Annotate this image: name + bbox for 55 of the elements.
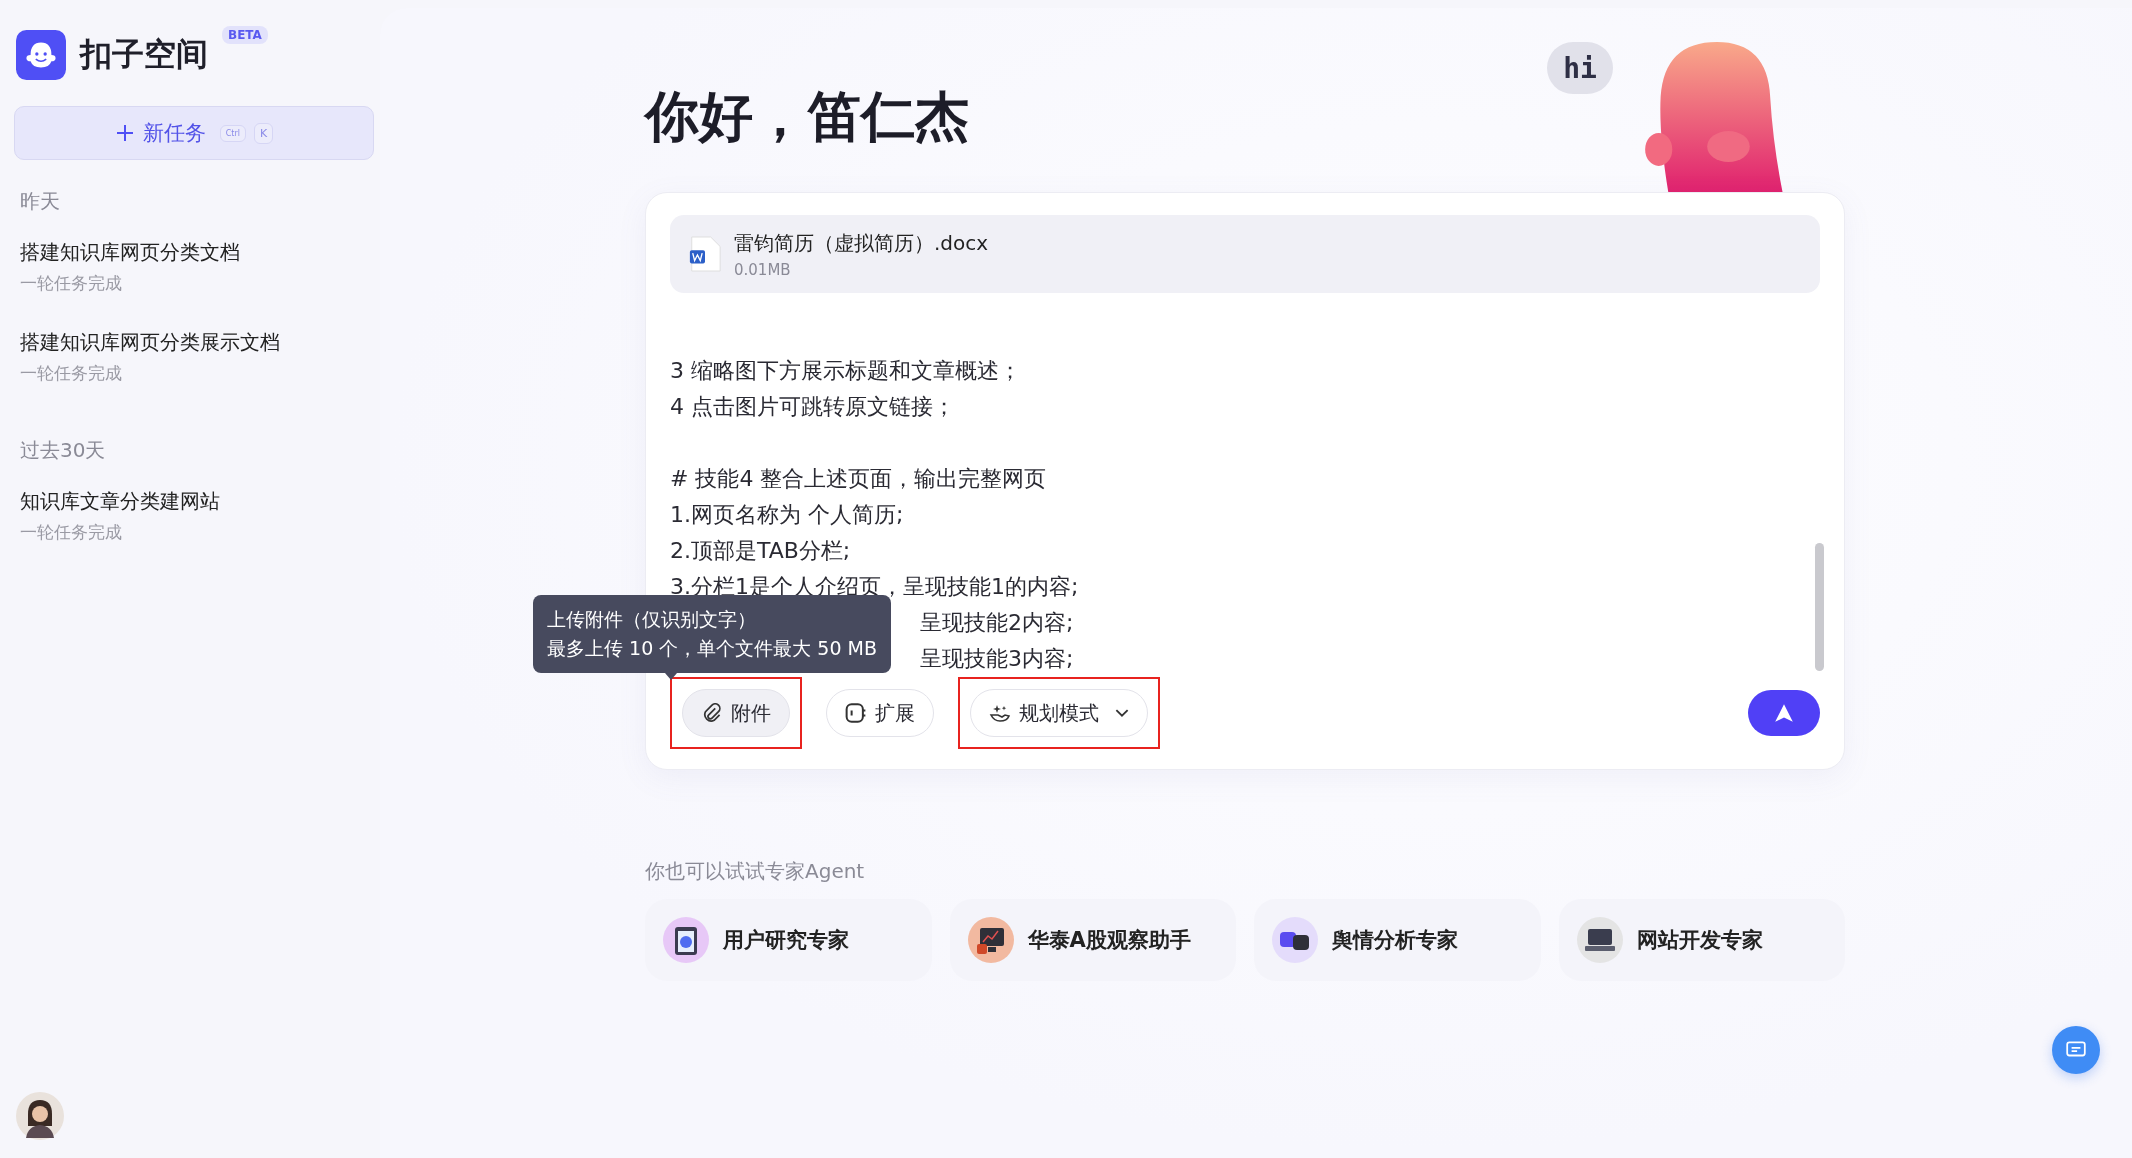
plug-icon (845, 703, 867, 723)
agents-heading: 你也可以试试专家Agent (645, 858, 866, 885)
agent-name: 华泰A股观察助手 (1027, 927, 1191, 954)
task-status: 一轮任务完成 (20, 362, 123, 385)
attachment-chip[interactable]: 雷钧简历（虚拟简历）.docx 0.01MB (670, 215, 1820, 293)
tooltip-text: 最多上传 10 个，单个文件最大 50 MB (547, 636, 877, 661)
opinion-agent-icon (1272, 917, 1318, 963)
app-name: 扣子空间 (80, 34, 208, 75)
logo-icon (16, 30, 66, 80)
plus-icon (114, 123, 135, 143)
prompt-line: 1.网页名称为 个人简历; (670, 501, 904, 529)
agent-name: 舆情分析专家 (1332, 927, 1458, 954)
paperclip-icon (701, 703, 723, 723)
shortcut-key: Ctrl (219, 124, 246, 142)
agent-name: 网站开发专家 (1636, 927, 1763, 954)
stock-agent-icon (967, 917, 1014, 963)
caret-icon (1115, 708, 1129, 718)
new-task-label: 新任务 (142, 120, 206, 147)
beta-badge: BETA (222, 26, 268, 44)
sparkle-hand-icon (989, 703, 1011, 723)
prompt-line: 呈现技能3内容; (920, 645, 1074, 673)
document-icon (688, 234, 722, 274)
send-button[interactable] (1748, 690, 1820, 736)
scrollbar[interactable] (1815, 543, 1824, 671)
task-status: 一轮任务完成 (20, 521, 123, 544)
prompt-line: 3 缩略图下方展示标题和文章概述； (670, 357, 1021, 385)
agent-card[interactable]: 华泰A股观察助手 (949, 899, 1236, 981)
group-title: 昨天 (20, 188, 61, 215)
research-agent-icon (663, 917, 709, 963)
task-title[interactable]: 搭建知识库网页分类文档 (20, 239, 360, 266)
plan-button[interactable]: 规划模式 (970, 689, 1148, 737)
extend-button[interactable]: 扩展 (826, 689, 934, 737)
file-size: 0.01MB (734, 260, 792, 279)
group-title: 过去30天 (20, 437, 107, 464)
speech-bubble: hi (1547, 42, 1613, 94)
agent-name: 用户研究专家 (723, 927, 849, 954)
prompt-line: # 技能4 整合上述页面，输出完整网页 (670, 465, 1047, 493)
agent-card[interactable]: 网站开发专家 (1558, 899, 1845, 981)
greeting-title: 你好，笛仁杰 (645, 90, 970, 144)
user-avatar[interactable] (16, 1092, 64, 1140)
task-status: 一轮任务完成 (20, 272, 123, 295)
attach-button[interactable]: 附件 (682, 689, 790, 737)
new-task-button[interactable]: 新任务 Ctrl K (14, 106, 374, 160)
feedback-button[interactable] (2052, 1026, 2100, 1074)
prompt-line: 呈现技能2内容; (920, 609, 1074, 637)
prompt-line: 4 点击图片可跳转原文链接； (670, 393, 955, 421)
shortcut-key: K (254, 122, 274, 144)
web-agent-icon (1576, 917, 1623, 963)
send-icon (1773, 702, 1795, 724)
task-title[interactable]: 搭建知识库网页分类展示文档 (20, 329, 360, 356)
tooltip-text: 上传附件（仅识别文字） (547, 607, 757, 632)
prompt-line: 2.顶部是TAB分栏; (670, 537, 851, 565)
agent-card[interactable]: 舆情分析专家 (1254, 899, 1541, 981)
file-name: 雷钧简历（虚拟简历）.docx (734, 229, 989, 257)
task-title[interactable]: 知识库文章分类建网站 (20, 488, 360, 515)
